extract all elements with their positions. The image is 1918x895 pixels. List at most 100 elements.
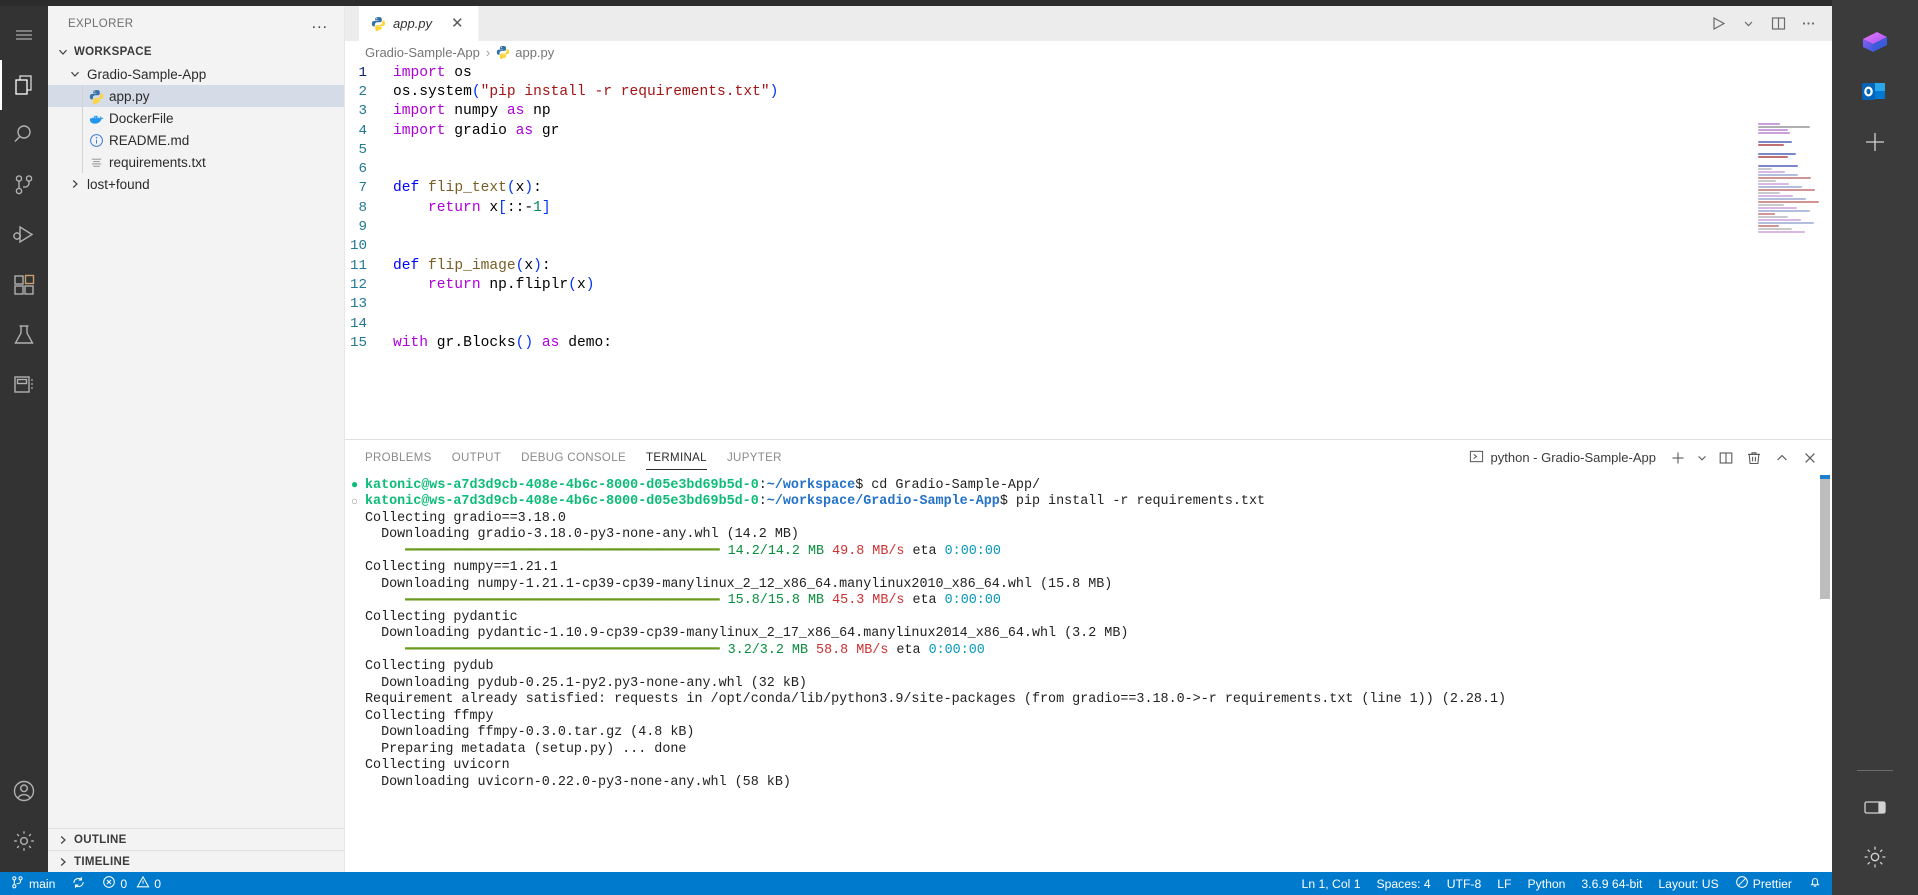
run-debug-icon[interactable] <box>0 210 48 260</box>
line-number: 6 <box>358 161 367 178</box>
breadcrumb-folder[interactable]: Gradio-Sample-App <box>365 45 480 60</box>
editor-more-actions-button[interactable] <box>1794 10 1822 38</box>
tree-section-workspace[interactable]: WORKSPACE <box>48 41 344 63</box>
status-branch[interactable]: main <box>2 872 63 895</box>
status-notifications[interactable] <box>1800 872 1830 895</box>
settings-gear-icon[interactable] <box>1855 837 1895 877</box>
tree-folder-gradio-sample-app[interactable]: Gradio-Sample-App <box>48 63 344 85</box>
code-line[interactable]: 8 return x[::-1] <box>345 198 1754 217</box>
outlook-icon[interactable] <box>1855 72 1895 112</box>
sidebar-section-timeline[interactable]: TIMELINE <box>48 850 344 872</box>
tree-file-dockerfile[interactable]: DockerFile <box>48 107 344 129</box>
code-line[interactable]: 3 import numpy as np <box>345 102 1754 121</box>
minimap-line <box>1758 165 1798 167</box>
panel-layout-icon[interactable] <box>1855 787 1895 827</box>
run-options-chevron-icon[interactable] <box>1734 10 1762 38</box>
status-formatter[interactable]: Prettier <box>1727 872 1800 895</box>
run-python-file-button[interactable] <box>1704 10 1732 38</box>
minimap[interactable] <box>1754 63 1832 439</box>
code-line[interactable]: 11 def flip_image(x): <box>345 256 1754 275</box>
minimap-line <box>1758 228 1792 230</box>
terminal-output[interactable]: ● katonic@ws-a7d3d9cb-408e-4b6c-8000-d05e… <box>345 475 1832 872</box>
remote-explorer-icon[interactable] <box>0 360 48 410</box>
code-line[interactable]: 10 <box>345 237 1754 256</box>
terminal-dropdown-chevron-icon[interactable] <box>1694 446 1710 470</box>
menu-icon[interactable] <box>0 10 48 60</box>
code-line[interactable]: 14 <box>345 314 1754 333</box>
tree-folder-lost-found[interactable]: lost+found <box>48 173 344 195</box>
code-content[interactable]: 1 import os 2 os.system("pip install -r req… <box>345 63 1754 439</box>
new-terminal-button[interactable] <box>1666 446 1690 470</box>
terminal-line: ● katonic@ws-a7d3d9cb-408e-4b6c-8000-d05e… <box>351 477 1041 493</box>
minimap-line <box>1758 198 1806 200</box>
minimap-line <box>1758 141 1792 143</box>
testing-icon[interactable] <box>0 310 48 360</box>
terminal-line: Downloading pydub-0.25.1-py2.py3-none-an… <box>365 675 807 691</box>
panel-tab-jupyter[interactable]: JUPYTER <box>727 440 782 475</box>
search-icon[interactable] <box>0 110 48 160</box>
code-text: return np.fliplr(x) <box>428 276 595 293</box>
close-panel-button[interactable] <box>1798 446 1822 470</box>
microsoft-365-icon[interactable] <box>1855 22 1895 62</box>
status-python-interpreter[interactable]: 3.6.9 64-bit <box>1573 872 1650 895</box>
code-editor[interactable]: 1 import os 2 os.system("pip install -r req… <box>345 63 1832 439</box>
panel-tab-debug-console[interactable]: DEBUG CONSOLE <box>521 440 626 475</box>
maximize-panel-chevron-icon[interactable] <box>1770 446 1794 470</box>
terminal-line: Preparing metadata (setup.py) ... done <box>365 741 687 757</box>
code-text: with gr.Blocks() as demo: <box>393 334 612 351</box>
code-line[interactable]: 15 with gr.Blocks() as demo: <box>345 333 1754 352</box>
tree-file-app-py[interactable]: app.py <box>48 85 344 107</box>
close-icon[interactable]: ✕ <box>451 16 464 31</box>
status-language-mode[interactable]: Python <box>1519 872 1573 895</box>
source-control-icon <box>10 875 25 893</box>
terminal-line: Collecting pydantic <box>365 609 518 625</box>
status-sync[interactable] <box>63 872 94 895</box>
tree-file-requirements-txt[interactable]: requirements.txt <box>48 151 344 173</box>
terminal-line: ━━━━━━━━━━━━━━━━━━━━━━━━━━━━━━━━━━━━━━━ … <box>365 593 1001 609</box>
settings-gear-icon[interactable] <box>0 816 48 866</box>
sidebar-section-outline[interactable]: OUTLINE <box>48 828 344 850</box>
split-editor-right-button[interactable] <box>1764 10 1792 38</box>
text-file-icon <box>88 154 104 170</box>
minimap-line <box>1758 207 1797 209</box>
editor-tab-app-py[interactable]: app.py ✕ <box>359 6 479 41</box>
extensions-icon[interactable] <box>0 260 48 310</box>
code-line[interactable]: 9 <box>345 217 1754 236</box>
line-number: 5 <box>358 141 367 158</box>
code-line[interactable]: 7 def flip_text(x): <box>345 179 1754 198</box>
status-cursor-position[interactable]: Ln 1, Col 1 <box>1294 872 1369 895</box>
terminal-selector[interactable]: python - Gradio-Sample-App <box>1469 449 1662 467</box>
sidebar-title: EXPLORER <box>68 17 134 30</box>
sidebar-more-actions-button[interactable]: ... <box>304 15 336 31</box>
status-indentation[interactable]: Spaces: 4 <box>1369 872 1439 895</box>
status-keyboard-layout[interactable]: Layout: US <box>1650 872 1726 895</box>
panel-tab-output[interactable]: OUTPUT <box>452 440 501 475</box>
code-line[interactable]: 5 <box>345 140 1754 159</box>
terminal-scrollbar[interactable] <box>1820 479 1830 599</box>
minimap-line <box>1758 189 1815 191</box>
status-problems[interactable]: 0 0 <box>94 872 169 895</box>
add-app-icon[interactable] <box>1855 122 1895 162</box>
tree-file-readme-md[interactable]: README.md <box>48 129 344 151</box>
panel-tab-problems[interactable]: PROBLEMS <box>365 440 432 475</box>
status-encoding[interactable]: UTF-8 <box>1439 872 1490 895</box>
code-line[interactable]: 13 <box>345 295 1754 314</box>
code-line[interactable]: 12 return np.fliplr(x) <box>345 275 1754 294</box>
kill-terminal-button[interactable] <box>1742 446 1766 470</box>
account-icon[interactable] <box>0 766 48 816</box>
split-terminal-button[interactable] <box>1714 446 1738 470</box>
source-control-icon[interactable] <box>0 160 48 210</box>
code-line[interactable]: 2 os.system("pip install -r requirements.… <box>345 82 1754 101</box>
code-text: def flip_text(x): <box>393 180 542 197</box>
minimap-line <box>1758 144 1784 146</box>
explorer-icon[interactable] <box>0 60 48 110</box>
code-line[interactable]: 1 import os <box>345 63 1754 82</box>
breadcrumb-file[interactable]: app.py <box>496 45 554 60</box>
status-eol[interactable]: LF <box>1489 872 1519 895</box>
editor-tabs: app.py ✕ <box>359 6 479 41</box>
minimap-line <box>1758 171 1785 173</box>
code-text: return x[::-1] <box>428 199 551 216</box>
panel-tab-terminal[interactable]: TERMINAL <box>645 440 707 475</box>
code-line[interactable]: 4 import gradio as gr <box>345 121 1754 140</box>
code-line[interactable]: 6 <box>345 159 1754 178</box>
